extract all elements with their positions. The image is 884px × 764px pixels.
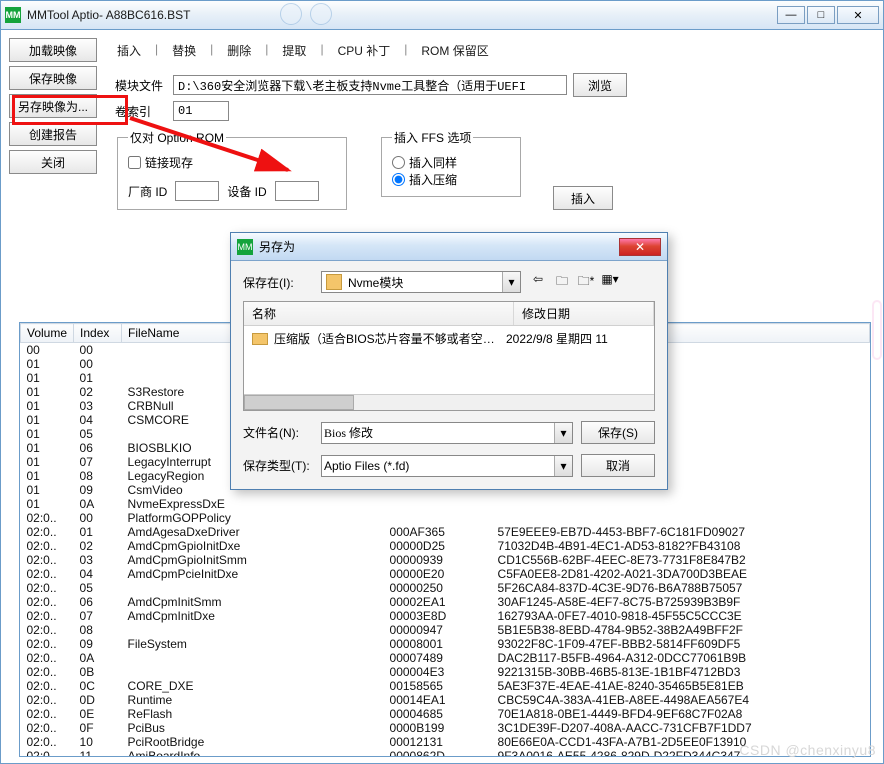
nav-up-icon[interactable]: 🗀 — [553, 272, 571, 293]
col-index[interactable]: Index — [74, 324, 122, 343]
minimize-button[interactable]: — — [777, 6, 805, 24]
tab-cpu-patch[interactable]: CPU 补丁 — [338, 42, 391, 59]
filename-input[interactable]: Bios 修改 ▾ — [321, 422, 573, 444]
save-in-value: Nvme模块 — [346, 274, 502, 291]
maximize-button[interactable]: □ — [807, 6, 835, 24]
insert-button[interactable]: 插入 — [553, 186, 613, 210]
create-report-button[interactable]: 创建报告 — [9, 122, 97, 146]
nav-back-icon[interactable]: ⇦ — [529, 272, 547, 293]
table-row[interactable]: 02:0..02AmdCpmGpioInitDxe00000D2571032D4… — [21, 539, 870, 553]
highlight-save-as — [12, 95, 128, 125]
chevron-down-icon[interactable]: ▾ — [502, 272, 520, 292]
dialog-save-button[interactable]: 保存(S) — [581, 421, 655, 444]
table-row[interactable]: 02:0..00PlatformGOPPolicy — [21, 511, 870, 525]
option-rom-legend: 仅对 Option ROM — [128, 129, 226, 146]
table-row[interactable]: 02:0..0FPciBus0000B1993C1DE39F-D207-408A… — [21, 721, 870, 735]
filetype-label: 保存类型(T): — [243, 457, 313, 474]
table-row[interactable]: 02:0..0A00007489DAC2B117-B5FB-4964-A312-… — [21, 651, 870, 665]
folder-icon — [326, 274, 342, 290]
ffs-options-group: 插入 FFS 选项 插入同样 插入压缩 — [381, 129, 521, 197]
tab-bar: 插入| 替换| 删除| 提取| CPU 补丁| ROM 保留区 — [115, 38, 875, 69]
close-button[interactable]: ✕ — [837, 6, 879, 24]
filelist-col-date[interactable]: 修改日期 — [514, 302, 654, 325]
device-id-input[interactable] — [275, 181, 319, 201]
close-app-button[interactable]: 关闭 — [9, 150, 97, 174]
file-list-item[interactable]: 压缩版（适合BIOS芯片容量不够或者空间不足时... 2022/9/8 星期四 … — [244, 326, 654, 351]
file-item-name: 压缩版（适合BIOS芯片容量不够或者空间不足时... — [274, 330, 506, 347]
save-image-button[interactable]: 保存映像 — [9, 66, 97, 90]
browse-button[interactable]: 浏览 — [573, 73, 627, 97]
filetype-value: Aptio Files (*.fd) — [322, 459, 554, 473]
tab-replace[interactable]: 替换 — [172, 42, 196, 59]
tab-rom-reserve[interactable]: ROM 保留区 — [421, 42, 488, 59]
filetype-combo[interactable]: Aptio Files (*.fd) ▾ — [321, 455, 573, 477]
table-row[interactable]: 02:0..0CCORE_DXE001585655AE3F37E-4EAE-41… — [21, 679, 870, 693]
table-row[interactable]: 02:0..09FileSystem0000800193022F8C-1F09-… — [21, 637, 870, 651]
dialog-icon: MM — [237, 239, 253, 255]
load-image-button[interactable]: 加载映像 — [9, 38, 97, 62]
filename-label: 文件名(N): — [243, 424, 313, 441]
ffs-same-radio[interactable] — [392, 156, 405, 169]
decorative-ghost — [872, 300, 882, 360]
save-as-dialog: MM 另存为 ✕ 保存在(I): Nvme模块 ▾ ⇦ 🗀 🗀* ▦▾ 名称 修… — [230, 232, 668, 490]
table-row[interactable]: 02:0..05000002505F26CA84-837D-4C3E-9D76-… — [21, 581, 870, 595]
vendor-id-label: 厂商 ID — [128, 183, 167, 200]
tab-extract[interactable]: 提取 — [282, 42, 306, 59]
table-row[interactable]: 02:0..03AmdCpmGpioInitSmm00000939CD1C556… — [21, 553, 870, 567]
save-in-combo[interactable]: Nvme模块 ▾ — [321, 271, 521, 293]
table-row[interactable]: 02:0..0DRuntime00014EA1CBC59C4A-383A-41E… — [21, 693, 870, 707]
window-titlebar: MM MMTool Aptio- A88BC616.BST — □ ✕ — [0, 0, 884, 30]
table-row[interactable]: 02:0..0B000004E39221315B-30BB-46B5-813E-… — [21, 665, 870, 679]
table-row[interactable]: 02:0..01AmdAgesaDxeDriver000AF36557E9EEE… — [21, 525, 870, 539]
watermark: CSDN @chenxinyu8 — [739, 742, 876, 758]
col-volume[interactable]: Volume — [21, 324, 74, 343]
ffs-compress-label: 插入压缩 — [409, 171, 457, 188]
tab-insert[interactable]: 插入 — [117, 42, 141, 59]
ffs-legend: 插入 FFS 选项 — [392, 129, 473, 146]
device-id-label: 设备 ID — [227, 183, 266, 200]
file-item-date: 2022/9/8 星期四 11 — [506, 330, 646, 347]
table-row[interactable]: 02:0..04AmdCpmPcieInitDxe00000E20C5FA0EE… — [21, 567, 870, 581]
table-row[interactable]: 010ANvmeExpressDxE — [21, 497, 870, 511]
folder-icon — [252, 333, 268, 345]
ffs-compress-radio[interactable] — [392, 173, 405, 186]
nav-view-icon[interactable]: ▦▾ — [601, 272, 619, 293]
ffs-same-label: 插入同样 — [409, 154, 457, 171]
link-existing-label: 链接现存 — [145, 154, 193, 171]
filelist-col-name[interactable]: 名称 — [244, 302, 514, 325]
vendor-id-input[interactable] — [175, 181, 219, 201]
table-row[interactable]: 02:0..07AmdCpmInitDxe00003E8D162793AA-0F… — [21, 609, 870, 623]
module-file-input[interactable] — [173, 75, 567, 95]
filename-value: Bios 修改 — [322, 424, 554, 441]
table-row[interactable]: 02:0..0EReFlash0000468570E1A818-0BE1-444… — [21, 707, 870, 721]
nav-newfolder-icon[interactable]: 🗀* — [577, 272, 595, 293]
link-existing-checkbox[interactable] — [128, 156, 141, 169]
app-icon: MM — [5, 7, 21, 23]
volume-index-input[interactable] — [173, 101, 229, 121]
save-in-label: 保存在(I): — [243, 274, 313, 291]
dialog-title: 另存为 — [259, 238, 619, 255]
table-row[interactable]: 02:0..08000009475B1E5B38-8EBD-4784-9B52-… — [21, 623, 870, 637]
dialog-close-button[interactable]: ✕ — [619, 238, 661, 256]
table-row[interactable]: 02:0..06AmdCpmInitSmm00002EA130AF1245-A5… — [21, 595, 870, 609]
file-list: 名称 修改日期 压缩版（适合BIOS芯片容量不够或者空间不足时... 2022/… — [243, 301, 655, 411]
chevron-down-icon[interactable]: ▾ — [554, 423, 572, 443]
background-app-icons — [280, 3, 332, 25]
option-rom-group: 仅对 Option ROM 链接现存 厂商 ID 设备 ID — [117, 129, 347, 210]
chevron-down-icon[interactable]: ▾ — [554, 456, 572, 476]
window-title: MMTool Aptio- A88BC616.BST — [27, 8, 777, 22]
tab-delete[interactable]: 删除 — [227, 42, 251, 59]
module-file-label: 模块文件 — [115, 77, 167, 94]
filelist-hscrollbar[interactable] — [244, 394, 654, 410]
dialog-cancel-button[interactable]: 取消 — [581, 454, 655, 477]
